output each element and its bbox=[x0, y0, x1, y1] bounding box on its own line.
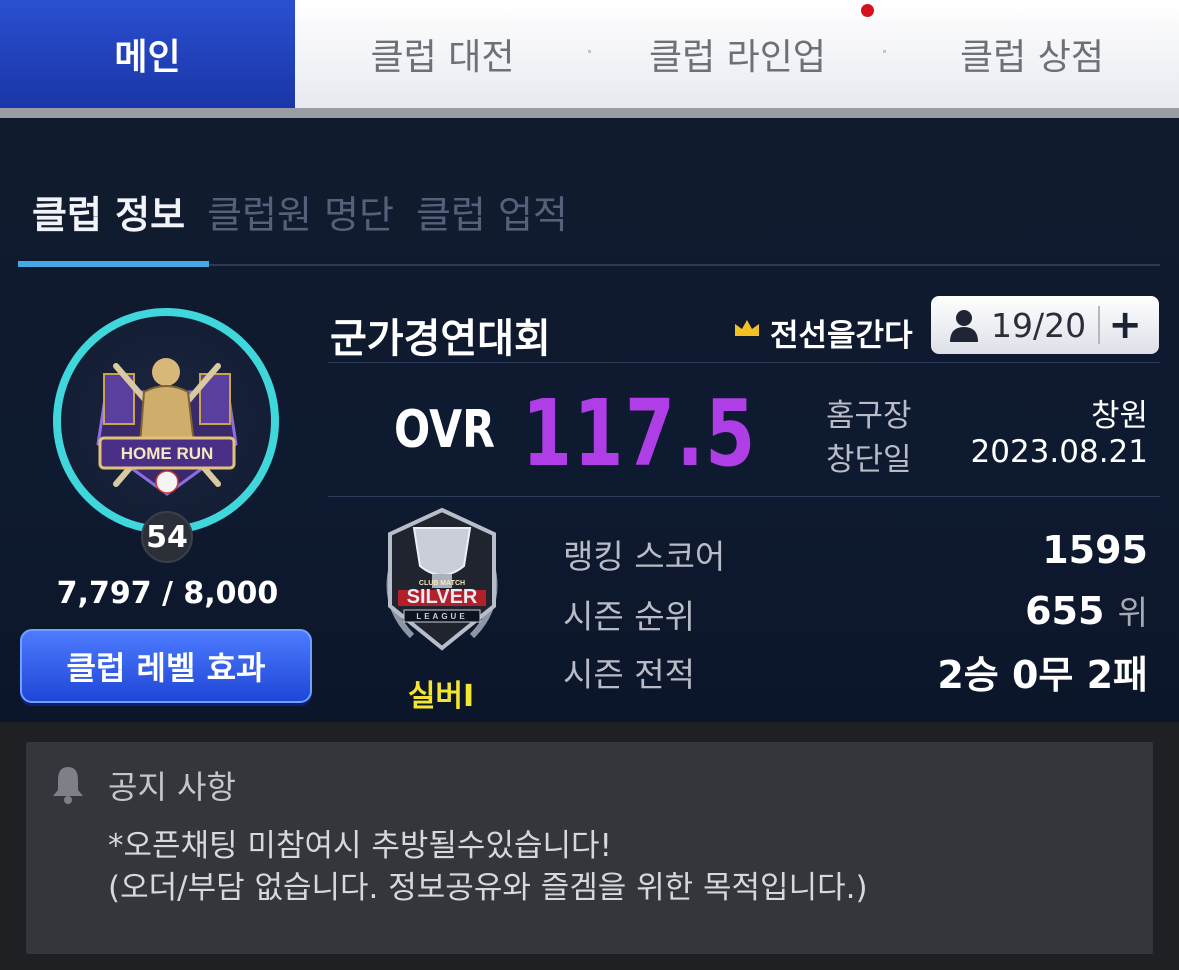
club-info-panel: 클럽 정보 클럽원 명단 클럽 업적 HOME RUN 54 7,797 / 8… bbox=[0, 118, 1179, 722]
tab-club-battle[interactable]: 클럽 대전 bbox=[295, 0, 590, 108]
season-rank-label: 시즌 순위 bbox=[563, 597, 695, 636]
ranking-score-value: 1595 bbox=[1042, 528, 1148, 572]
club-exp-text: 7,797 / 8,000 bbox=[56, 576, 279, 611]
season-record-label: 시즌 전적 bbox=[563, 655, 695, 694]
add-member-button[interactable]: + bbox=[1100, 296, 1150, 354]
league-tier-name: 실버I bbox=[407, 679, 475, 714]
notice-line: (오더/부담 없습니다. 정보공유와 즐겜을 위한 목적입니다.) bbox=[108, 870, 868, 906]
subtab-club-info[interactable]: 클럽 정보 bbox=[32, 184, 185, 239]
sub-tab-bar: 클럽 정보 클럽원 명단 클럽 업적 bbox=[32, 184, 568, 239]
crown-icon bbox=[735, 320, 759, 336]
tab-main[interactable]: 메인 bbox=[0, 0, 295, 118]
club-level-badge: 54 bbox=[141, 511, 193, 563]
subtab-member-list[interactable]: 클럽원 명단 bbox=[207, 184, 394, 239]
divider bbox=[328, 496, 1160, 497]
home-stadium-label: 홈구장 bbox=[826, 398, 912, 434]
home-stadium-value: 창원 bbox=[1090, 398, 1148, 434]
club-level-effect-button[interactable]: 클럽 레벨 효과 bbox=[20, 629, 312, 703]
svg-text:HOME RUN: HOME RUN bbox=[121, 444, 214, 463]
subtab-club-achievements[interactable]: 클럽 업적 bbox=[416, 184, 568, 239]
season-rank-value: 655 bbox=[1025, 589, 1105, 633]
member-count-box: 19/20 + bbox=[931, 296, 1159, 354]
svg-text:SILVER: SILVER bbox=[407, 586, 478, 608]
notice-line: *오픈채팅 미참여시 추방될수있습니다! bbox=[108, 828, 612, 864]
notice-title: 공지 사항 bbox=[108, 768, 236, 806]
subtab-active-indicator bbox=[18, 261, 209, 267]
top-tab-bar: 메인 클럽 대전 클럽 라인업 클럽 상점 bbox=[0, 0, 1179, 118]
ovr-value: 117.5 bbox=[522, 380, 757, 487]
club-name: 군가경연대회 bbox=[330, 316, 551, 362]
silver-league-emblem-icon: CLUB MATCH SILVER LEAGUE bbox=[386, 507, 498, 651]
divider bbox=[328, 362, 1160, 363]
season-rank-unit: 위 bbox=[1117, 593, 1148, 632]
club-emblem-icon: HOME RUN bbox=[96, 358, 238, 496]
plus-icon: + bbox=[1108, 302, 1142, 348]
club-leader-name: 전선을간다 bbox=[770, 318, 913, 354]
tab-club-shop[interactable]: 클럽 상점 bbox=[885, 0, 1179, 108]
person-icon bbox=[950, 310, 978, 342]
member-count: 19/20 bbox=[991, 305, 1087, 345]
founded-date-label: 창단일 bbox=[826, 442, 912, 478]
season-rank-value-row: 655 위 bbox=[1025, 586, 1148, 634]
ovr-label: OVR bbox=[394, 400, 495, 460]
tab-separator bbox=[588, 50, 591, 53]
tab-separator bbox=[883, 50, 886, 53]
tab-club-lineup[interactable]: 클럽 라인업 bbox=[590, 0, 885, 108]
season-record-value: 2승 0무 2패 bbox=[937, 653, 1148, 697]
ranking-score-label: 랭킹 스코어 bbox=[563, 537, 726, 576]
founded-date-value: 2023.08.21 bbox=[970, 434, 1149, 470]
bell-icon bbox=[53, 767, 83, 804]
notification-dot bbox=[861, 4, 874, 17]
svg-text:LEAGUE: LEAGUE bbox=[416, 612, 467, 621]
